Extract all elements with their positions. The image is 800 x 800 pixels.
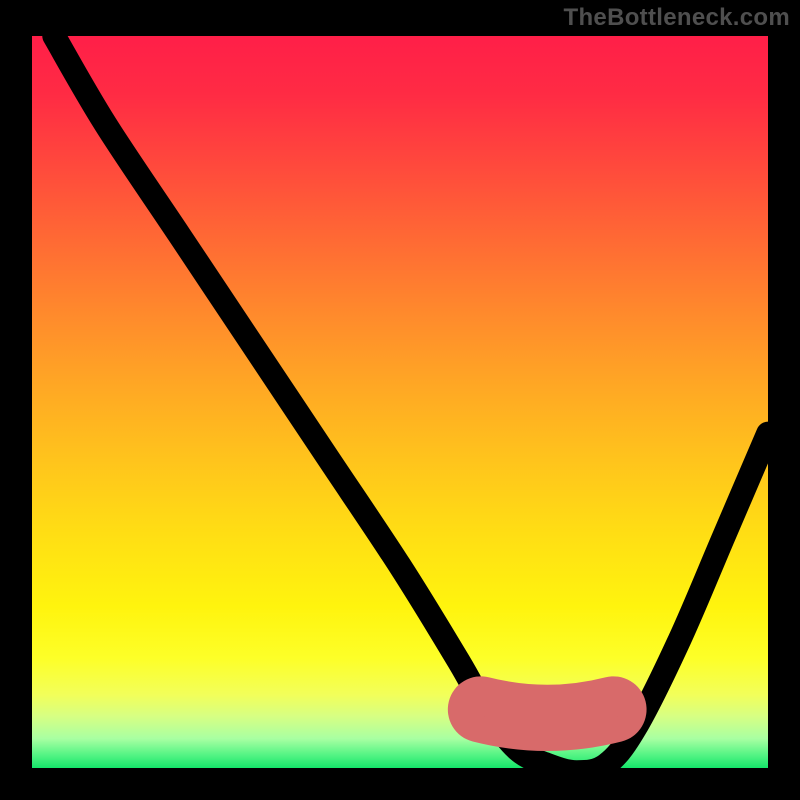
minimum-right-dot [605, 701, 621, 717]
bottleneck-curve [54, 36, 768, 768]
curve-svg [32, 36, 768, 768]
watermark-text: TheBottleneck.com [564, 4, 790, 32]
chart-frame: TheBottleneck.com [0, 0, 800, 800]
minimum-left-dot [473, 701, 489, 717]
plot-area [32, 36, 768, 768]
minimum-highlight [481, 709, 613, 717]
